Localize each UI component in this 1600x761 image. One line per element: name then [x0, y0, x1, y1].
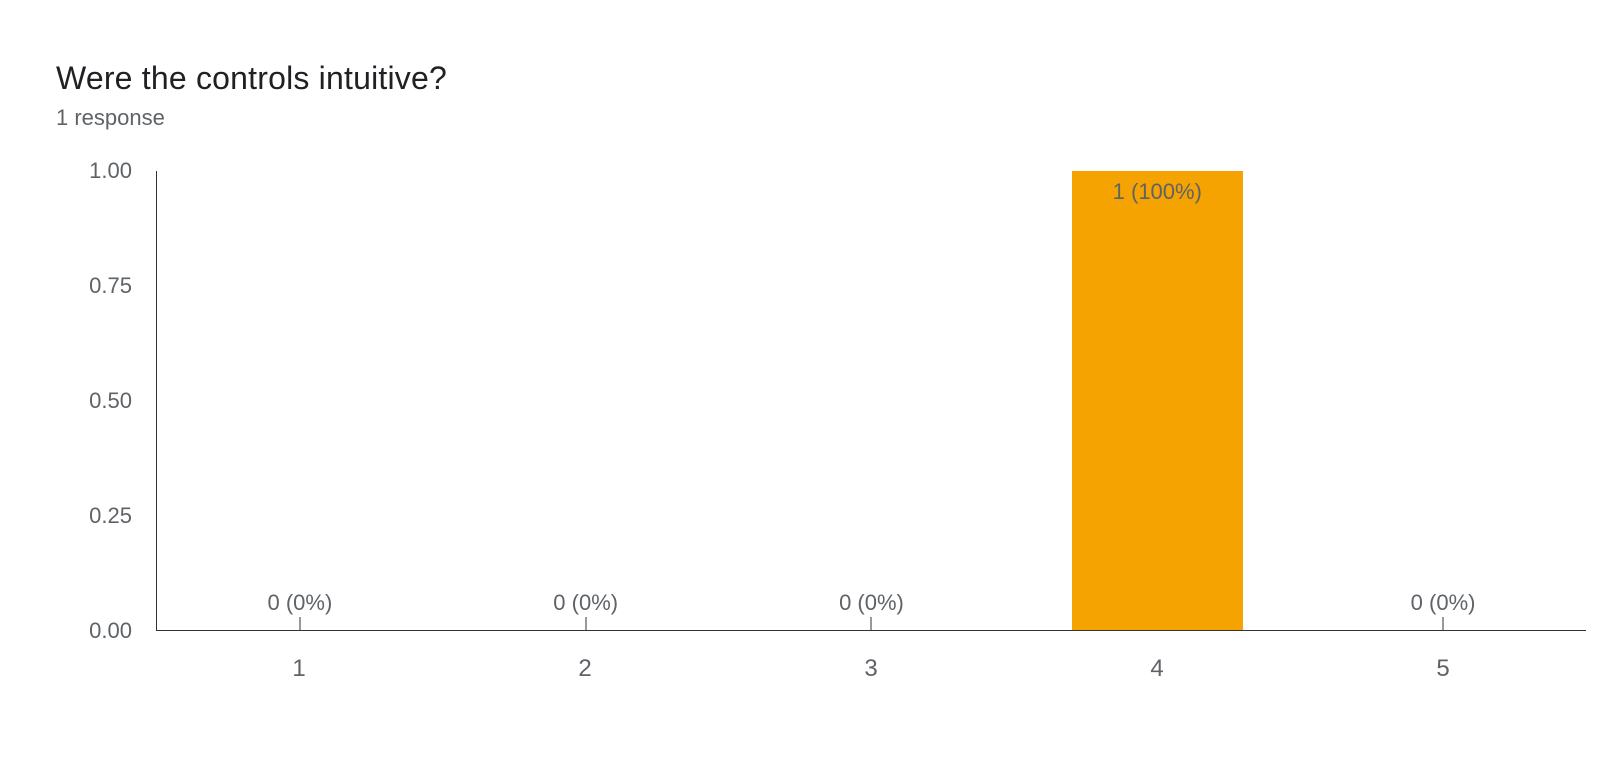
chart-card: Were the controls intuitive? 1 response …: [0, 0, 1600, 761]
x-tick-label: 3: [728, 655, 1014, 683]
bar-slot: 0 (0%): [729, 171, 1015, 630]
bar-data-label: 0 (0%): [839, 590, 904, 616]
bar-slot: 1 (100%): [1014, 171, 1300, 630]
zero-tick: [299, 617, 300, 631]
chart-area: 0.000.250.500.751.00 0 (0%)0 (0%)0 (0%)1…: [56, 171, 1586, 711]
zero-tick: [585, 617, 586, 631]
x-axis-ticks: 12345: [156, 655, 1586, 683]
bar: 1 (100%): [1072, 171, 1243, 630]
y-tick-label: 0.50: [56, 388, 146, 414]
plot-region: 0 (0%) 0 (0%) 0 (0%) 1 (100%) 0 (0%): [156, 171, 1586, 631]
bar-slot: 0 (0%): [157, 171, 443, 630]
x-tick-label: 1: [156, 655, 442, 683]
x-tick-label: 4: [1014, 655, 1300, 683]
bar-data-label: 0 (0%): [553, 590, 618, 616]
y-tick-label: 0.75: [56, 273, 146, 299]
bar-slots: 0 (0%) 0 (0%) 0 (0%) 1 (100%) 0 (0%): [157, 171, 1586, 630]
chart-title: Were the controls intuitive?: [56, 60, 1600, 97]
y-tick-label: 1.00: [56, 158, 146, 184]
y-tick-label: 0.00: [56, 618, 146, 644]
response-count: 1 response: [56, 105, 1600, 131]
x-tick-label: 2: [442, 655, 728, 683]
bar-data-label: 1 (100%): [1113, 179, 1202, 205]
bar-slot: 0 (0%): [443, 171, 729, 630]
x-tick-label: 5: [1300, 655, 1586, 683]
bar-slot: 0 (0%): [1300, 171, 1586, 630]
bar-data-label: 0 (0%): [267, 590, 332, 616]
zero-tick: [1443, 617, 1444, 631]
bar-data-label: 0 (0%): [1411, 590, 1476, 616]
zero-tick: [871, 617, 872, 631]
y-tick-label: 0.25: [56, 503, 146, 529]
